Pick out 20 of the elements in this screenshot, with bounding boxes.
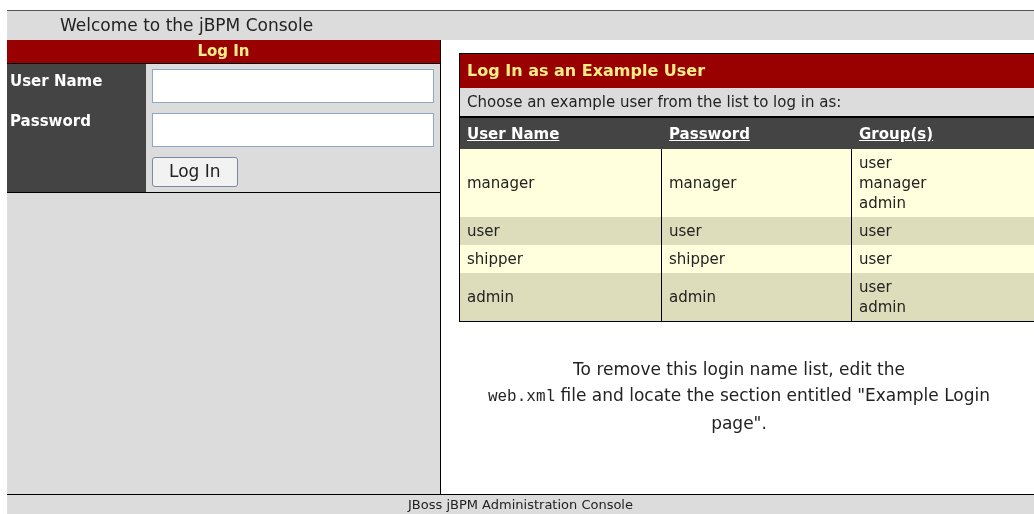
login-title: Log In xyxy=(197,41,250,63)
column-header-link[interactable]: Group(s) xyxy=(859,124,934,143)
table-cell: admin xyxy=(460,273,662,321)
footer-text: JBoss jBPM Administration Console xyxy=(408,495,633,514)
text-field[interactable] xyxy=(152,69,434,103)
login-button[interactable]: Log In xyxy=(152,157,238,187)
page-title: Welcome to the jBPM Console xyxy=(60,13,314,37)
table-cell-text: user xyxy=(858,249,893,270)
table-cell-text: user manager admin xyxy=(858,153,928,214)
table-subtitle: Choose an example user from the list to log in as: xyxy=(467,91,842,113)
table-cell: admin xyxy=(662,273,852,321)
field-label: User Name xyxy=(10,71,104,92)
instruction-text: To remove this login name list, edit the web.xml file and locate the section entitled "Example Login page". xyxy=(486,358,992,435)
table-title: Log In as an Example User xyxy=(467,60,706,82)
table-cell-text: user xyxy=(858,221,893,242)
table-cell-text: user admin xyxy=(858,277,907,318)
text-field[interactable] xyxy=(152,113,434,147)
column-header-link[interactable]: User Name xyxy=(467,124,560,143)
field-label: Password xyxy=(10,110,92,132)
column-header-link[interactable]: Password xyxy=(669,124,750,143)
